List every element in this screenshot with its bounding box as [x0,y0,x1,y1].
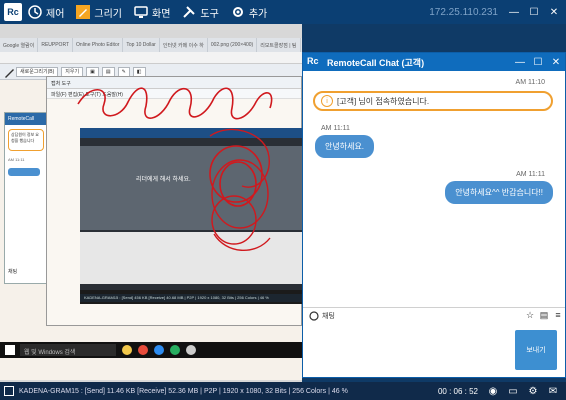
chat-icon[interactable]: ✉ [546,386,560,397]
status-bar: KADENA-GRAM15 : [Send] 11.46 KB [Receive… [0,382,566,400]
draw-label: 그리기 [94,8,123,20]
edge-icon[interactable] [154,345,164,355]
maximize-icon[interactable]: ☐ [526,4,542,20]
settings-icon[interactable]: ⚙ [526,386,540,397]
message-time: AM 11:11 [516,171,545,178]
message-time: AM 11:10 [515,79,545,86]
menu-icon[interactable]: ≡ [551,310,565,321]
app-icon[interactable] [186,345,196,355]
message-time: AM 11:11 [321,125,350,132]
top-toolbar: Rc 제어 그리기 화면 도구 추가 172.25.110.231 — ☐ ✕ [0,0,566,24]
chat-logo-icon: Rc [307,56,319,66]
ip-address: 172.25.110.231 [429,6,498,18]
close-icon[interactable]: ✕ [547,57,565,68]
more-label: 추가 [248,8,268,20]
explorer-icon[interactable] [122,345,132,355]
remote-screen[interactable]: Google 열람이 REUPPORT Online Photo Editor … [0,24,302,382]
session-timer: 00 : 06 : 52 [437,386,478,396]
monitor-icon [134,6,148,18]
minimize-icon[interactable]: — [511,57,529,68]
status-text: KADENA-GRAM15 : [Send] 11.46 KB [Receive… [19,387,348,395]
tools-label: 도구 [200,8,219,20]
windows-taskbar: 웹 및 Windows 검색 [0,342,302,358]
more-menu[interactable]: 추가 [231,5,267,20]
windows-search[interactable]: 웹 및 Windows 검색 [20,344,116,356]
control-icon [28,5,42,19]
system-message-text: [고객] 님이 접속하였습니다. [337,96,430,106]
screen-label: 화면 [152,8,171,20]
chat-tab-label: 채팅 [322,312,335,320]
app-icon[interactable] [170,345,180,355]
tools-menu[interactable]: 도구 [182,5,219,20]
minimize-icon[interactable]: — [506,4,522,20]
pen-icon [76,5,91,19]
clipboard-icon[interactable]: ▤ [537,310,551,321]
camera-icon[interactable]: ◉ [486,386,500,397]
computer-icon [4,386,14,396]
chat-title: RemoteCall Chat (고객) [327,57,425,68]
chat-bubble-icon [309,310,319,321]
incoming-message: 안녕하세요. [315,135,375,158]
chat-tabs-bar: 채팅 ☆ ▤ ≡ [303,307,565,323]
chat-panel: Rc RemoteCall Chat (고객) — ☐ ✕ AM 11:10 i… [302,52,566,378]
chrome-icon[interactable] [138,345,148,355]
app-logo: Rc [4,3,22,21]
chat-input[interactable] [303,324,511,376]
gear-icon [232,7,243,17]
draw-menu[interactable]: 그리기 [76,5,122,20]
windows-start-icon[interactable] [5,345,15,355]
remotecall-window: Rc 제어 그리기 화면 도구 추가 172.25.110.231 — ☐ ✕ … [0,0,566,400]
system-message: i [고객] 님이 접속하였습니다. [313,91,553,111]
outgoing-message: 안녕하세요^^ 반갑습니다!! [445,181,553,204]
info-icon: i [321,95,333,107]
control-menu[interactable]: 제어 [28,5,64,20]
freehand-annotation [77,87,273,252]
chat-tab[interactable]: 채팅 [309,310,335,321]
control-label: 제어 [46,8,65,20]
close-icon[interactable]: ✕ [546,4,562,20]
screen-icon[interactable]: ▭ [506,386,520,397]
screen-menu[interactable]: 화면 [134,5,170,20]
send-button[interactable]: 보내기 [515,330,557,370]
tools-icon [183,6,196,18]
star-icon[interactable]: ☆ [523,310,537,321]
maximize-icon[interactable]: ☐ [529,57,547,68]
chat-header: Rc RemoteCall Chat (고객) — ☐ ✕ [303,53,565,71]
